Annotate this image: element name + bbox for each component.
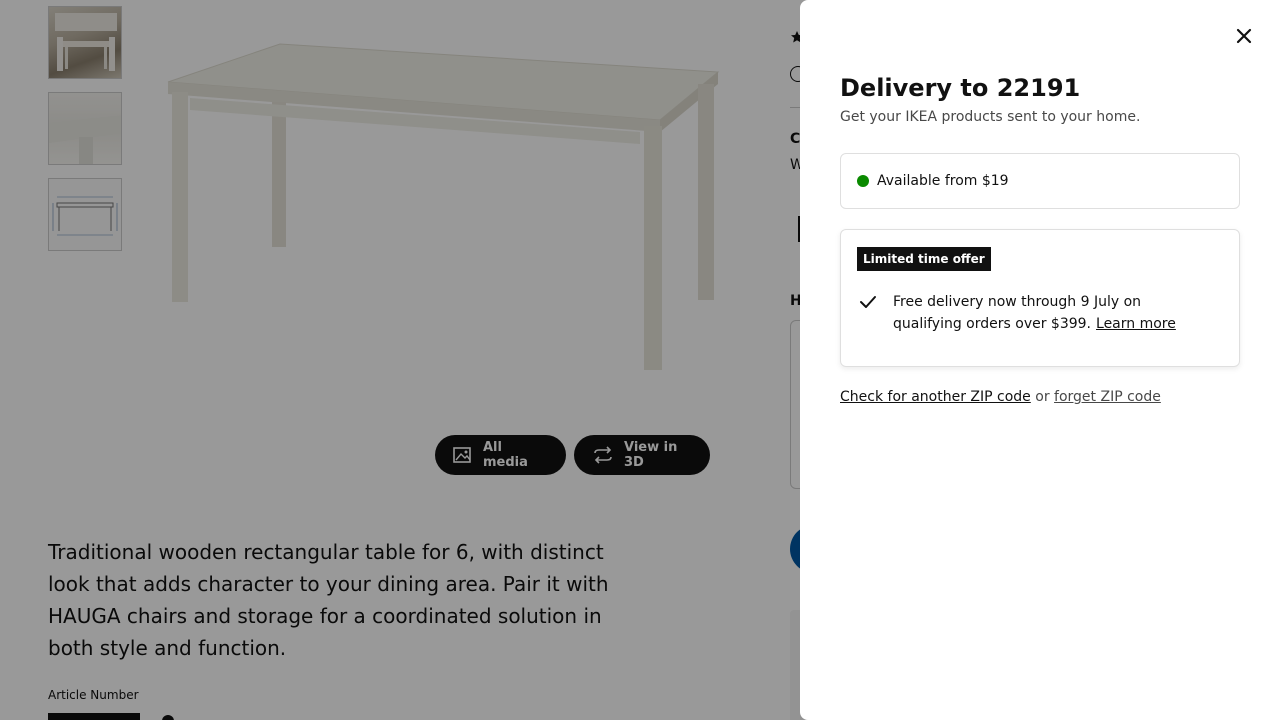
- limited-offer-badge: Limited time offer: [857, 247, 991, 271]
- availability-card: Available from $19: [840, 153, 1240, 209]
- learn-more-link[interactable]: Learn more: [1096, 316, 1176, 332]
- available-status-icon: [857, 175, 869, 187]
- offer-text-block: Free delivery now through 9 July on qual…: [893, 291, 1213, 335]
- availability-text: Available from $19: [877, 173, 1009, 189]
- close-icon: [1236, 28, 1252, 44]
- delivery-title: Delivery to 22191: [840, 74, 1081, 102]
- or-text: or: [1035, 389, 1050, 405]
- zip-actions: Check for another ZIP code or forget ZIP…: [840, 389, 1161, 405]
- delivery-subtitle: Get your IKEA products sent to your home…: [840, 109, 1141, 125]
- check-zip-link[interactable]: Check for another ZIP code: [840, 389, 1031, 405]
- forget-zip-link[interactable]: forget ZIP code: [1054, 389, 1161, 405]
- close-button[interactable]: [1228, 20, 1260, 52]
- offer-card: Limited time offer Free delivery now thr…: [840, 229, 1240, 367]
- checkmark-icon: [860, 296, 876, 308]
